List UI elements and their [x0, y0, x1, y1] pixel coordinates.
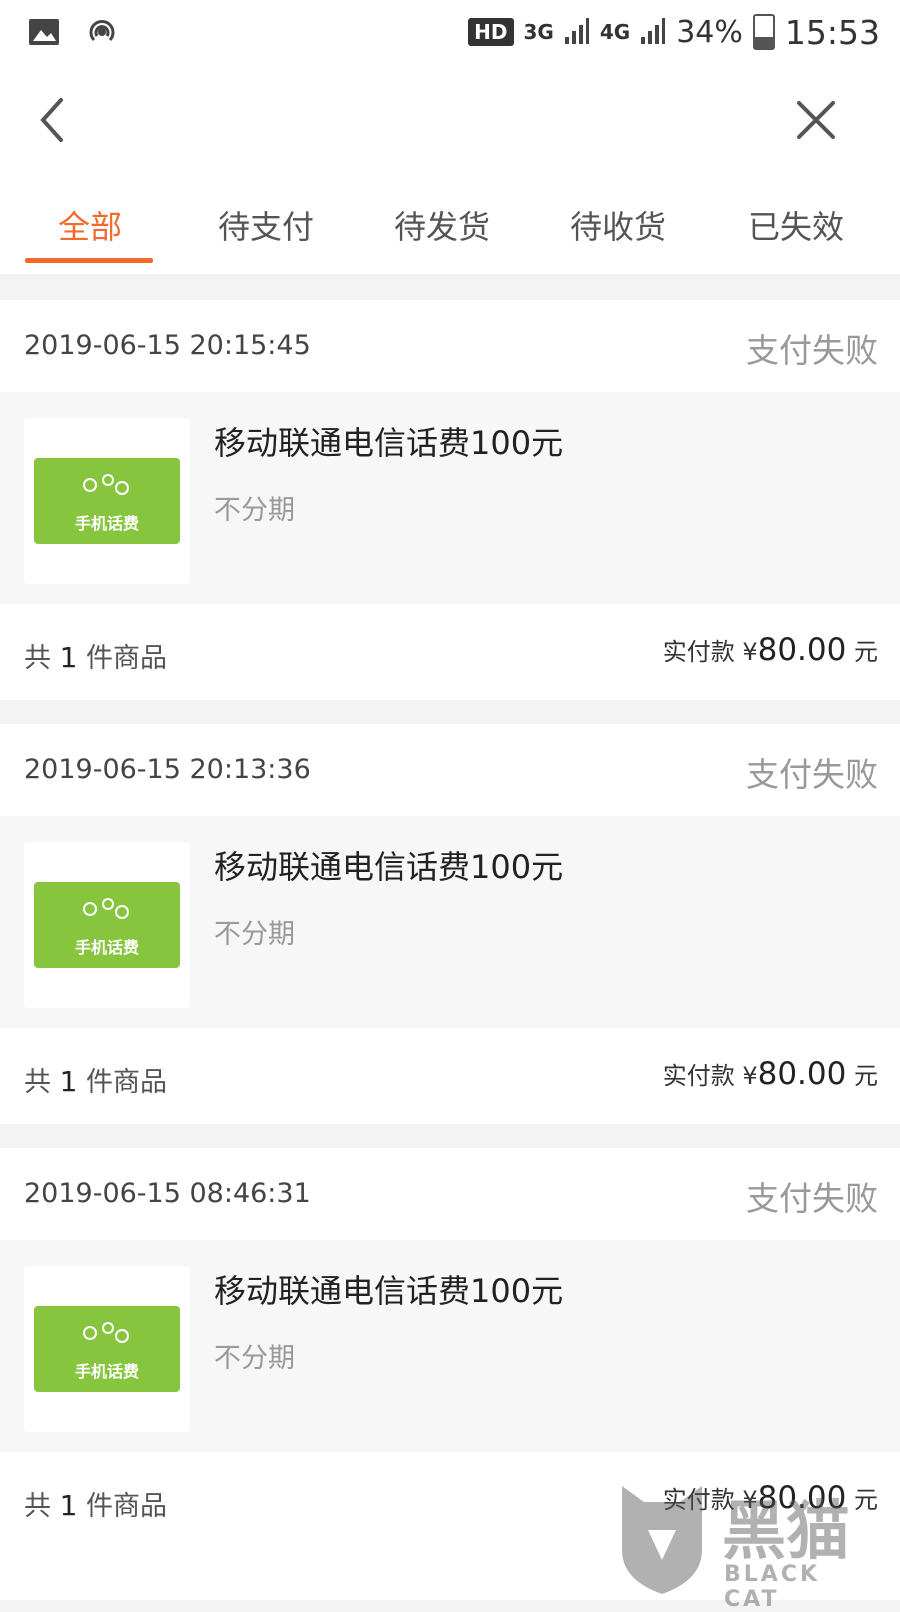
order-status: 支付失败: [746, 331, 878, 370]
count-prefix: 共: [24, 1067, 51, 1098]
close-icon: [795, 99, 837, 145]
battery-icon: [752, 14, 775, 50]
network-4g-label: 4G: [599, 20, 631, 44]
status-right: HD 3G 4G 34% 15:53: [468, 10, 880, 54]
paid-amount: 实付款 ¥80.00 元: [663, 1056, 878, 1092]
active-tab-indicator: [25, 258, 153, 263]
back-button[interactable]: [22, 92, 82, 152]
watermark-cn: 黑猫: [722, 1495, 850, 1569]
count-number: 1: [59, 1065, 78, 1098]
installment-info: 不分期: [214, 495, 295, 526]
watermark-en: BLACK CAT: [724, 1562, 821, 1612]
signal-icon: [564, 15, 590, 49]
signal-icon-2: [640, 15, 666, 49]
tab-pending-receipt[interactable]: 待收货: [528, 182, 708, 274]
gallery-icon: [26, 14, 62, 50]
order-header: 2019-06-15 08:46:31 支付失败: [0, 1148, 900, 1240]
order-footer: 共 1 件商品 实付款 ¥80.00 元: [0, 1028, 900, 1124]
tab-pending-shipment[interactable]: 待发货: [352, 182, 532, 274]
product-thumbnail: 手机话费: [24, 842, 190, 1008]
product-name: 移动联通电信话费100元: [214, 424, 564, 462]
phone-recharge-card-image: 手机话费: [34, 458, 180, 544]
paid-amount: 实付款 ¥80.00 元: [663, 632, 878, 668]
order-item[interactable]: 手机话费 移动联通电信话费100元 不分期: [0, 816, 900, 1028]
order-time: 2019-06-15 20:13:36: [24, 754, 311, 785]
count-suffix: 件商品: [86, 1067, 168, 1098]
tab-expired[interactable]: 已失效: [706, 182, 886, 274]
product-name: 移动联通电信话费100元: [214, 1272, 564, 1310]
clock: 15:53: [784, 12, 880, 52]
count-prefix: 共: [24, 643, 51, 674]
order-item[interactable]: 手机话费 移动联通电信话费100元 不分期: [0, 1240, 900, 1452]
order-time: 2019-06-15 20:15:45: [24, 330, 311, 361]
carrier-logos-icon: [83, 898, 129, 919]
hd-badge: HD: [468, 18, 514, 46]
phone-recharge-card-image: 手机话费: [34, 882, 180, 968]
item-count: 共 1 件商品: [24, 636, 167, 675]
installment-info: 不分期: [214, 1343, 295, 1374]
paid-label: 实付款 ¥: [662, 1062, 758, 1090]
order-status: 支付失败: [746, 1179, 878, 1218]
card-label: 手机话费: [74, 1362, 139, 1381]
order-tabs: 全部 待支付 待发货 待收货 已失效: [0, 182, 900, 274]
paid-value: 80.00: [757, 632, 847, 668]
tab-pending-payment[interactable]: 待支付: [176, 182, 356, 274]
product-name: 移动联通电信话费100元: [214, 848, 564, 886]
count-number: 1: [59, 1489, 78, 1522]
product-thumbnail: 手机话费: [24, 418, 190, 584]
item-count: 共 1 件商品: [24, 1484, 167, 1523]
paid-label: 实付款 ¥: [662, 638, 758, 666]
carrier-logos-icon: [83, 1322, 129, 1343]
item-count: 共 1 件商品: [24, 1060, 167, 1099]
paid-value: 80.00: [757, 1056, 847, 1092]
count-prefix: 共: [24, 1491, 51, 1522]
cat-shield-icon: [622, 1486, 702, 1594]
installment-info: 不分期: [214, 919, 295, 950]
close-button[interactable]: [786, 92, 846, 152]
order-time: 2019-06-15 08:46:31: [24, 1178, 311, 1209]
carrier-logos-icon: [83, 474, 129, 495]
product-thumbnail: 手机话费: [24, 1266, 190, 1432]
paid-unit: 元: [854, 638, 878, 666]
count-number: 1: [59, 641, 78, 674]
count-suffix: 件商品: [86, 1491, 168, 1522]
count-suffix: 件商品: [86, 643, 168, 674]
card-label: 手机话费: [74, 938, 139, 957]
order-footer: 共 1 件商品 实付款 ¥80.00 元: [0, 604, 900, 700]
order-status: 支付失败: [746, 755, 878, 794]
paid-unit: 元: [854, 1062, 878, 1090]
order-header: 2019-06-15 20:15:45 支付失败: [0, 300, 900, 392]
black-cat-watermark: 黑猫 BLACK CAT: [612, 1480, 882, 1612]
phone-recharge-card-image: 手机话费: [34, 1306, 180, 1392]
hotspot-icon: [84, 14, 120, 50]
order-item[interactable]: 手机话费 移动联通电信话费100元 不分期: [0, 392, 900, 604]
chevron-left-icon: [37, 96, 67, 148]
order-card[interactable]: 2019-06-15 20:13:36 支付失败 手机话费 移动联通电信话费10…: [0, 724, 900, 1124]
card-label: 手机话费: [74, 514, 139, 533]
status-bar: HD 3G 4G 34% 15:53: [0, 0, 900, 64]
battery-percent: 34%: [676, 14, 743, 50]
order-card[interactable]: 2019-06-15 20:15:45 支付失败 手机话费 移动联通电信话费10…: [0, 300, 900, 700]
header: 全部 待支付 待发货 待收货 已失效: [0, 64, 900, 274]
network-3g-label: 3G: [523, 20, 554, 44]
order-header: 2019-06-15 20:13:36 支付失败: [0, 724, 900, 816]
